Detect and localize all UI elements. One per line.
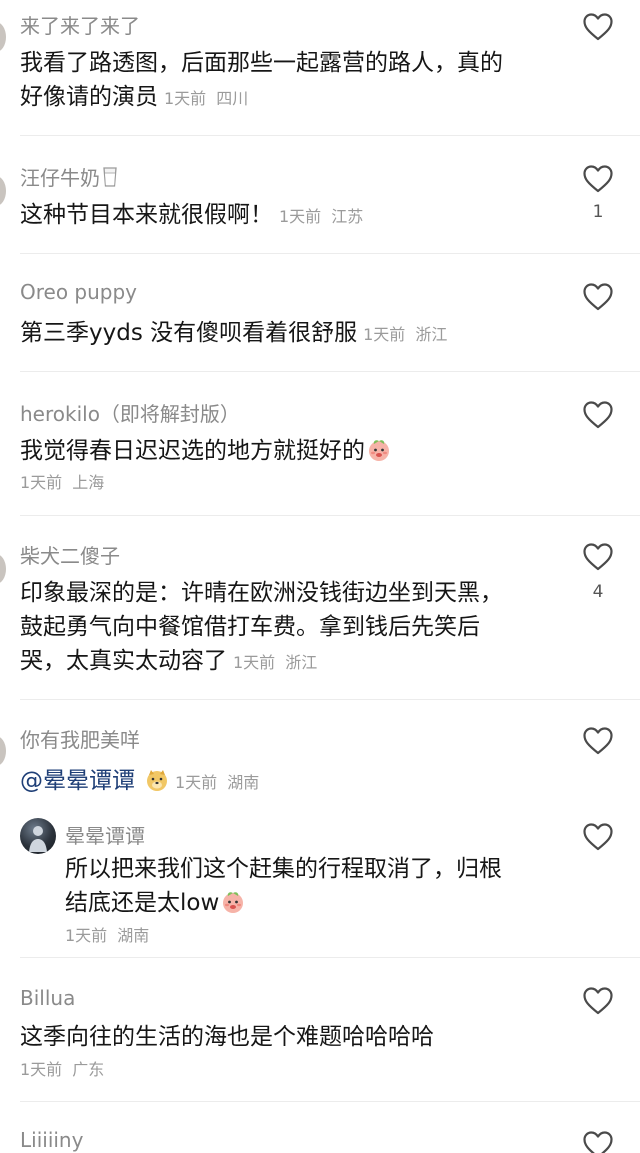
- comment-text: 印象最深的是：许晴在欧洲没钱街边坐到天黑， 鼓起勇气向中餐馆借打车费。拿到钱后先…: [20, 580, 503, 674]
- like-button[interactable]: [582, 400, 614, 430]
- comment-item[interactable]: 汪仔牛奶 这种节目本来就很假啊！ 1天前 江苏 1: [0, 136, 640, 254]
- comment-item[interactable]: herokilo（即将解封版） 我觉得春日迟迟选的地方就挺好的 1天前 上海: [0, 372, 640, 516]
- comment-meta: 1天前 湖南: [175, 773, 260, 792]
- comment-text: 我看了路透图，后面那些一起露营的路人，真的 好像请的演员 1天前 四川: [20, 50, 503, 110]
- comment-item[interactable]: 你有我肥美咩 @晕晕谭谭 1天前 湖南 晕晕谭谭 所以把来我们这个赶集的行程取消了，…: [0, 700, 640, 958]
- like-count: 1: [592, 202, 604, 222]
- comment-text: @晕晕谭谭 1天前 湖南: [20, 764, 565, 800]
- comment-username[interactable]: Liiiiiny: [20, 1128, 83, 1152]
- reply-meta: 1天前 湖南: [65, 926, 150, 945]
- comment-text: 第三季yyds 没有傻呗看着很舒服 1天前 浙江: [20, 320, 448, 346]
- avatar[interactable]: [0, 22, 6, 52]
- like-button[interactable]: [582, 542, 614, 572]
- comment-item[interactable]: Billua 这季向往的生活的海也是个难题哈哈哈哈 1天前 广东: [0, 958, 640, 1102]
- comment-item[interactable]: 来了来了来了 我看了路透图，后面那些一起露营的路人，真的 好像请的演员 1天前 四川: [0, 0, 640, 136]
- comment-item[interactable]: Liiiiiny: [0, 1102, 640, 1153]
- heart-outline-icon: [583, 987, 613, 1015]
- heart-outline-icon: [583, 543, 613, 571]
- milk-glass-icon: [102, 166, 118, 188]
- avatar[interactable]: [0, 554, 6, 584]
- comment-text: 这季向往的生活的海也是个难题哈哈哈哈: [20, 1024, 434, 1050]
- reply-like-button[interactable]: [582, 822, 614, 852]
- comment-username[interactable]: herokilo（即将解封版）: [20, 398, 240, 427]
- like-count: 4: [592, 582, 604, 602]
- avatar-figure-icon: [29, 826, 47, 852]
- comment-username[interactable]: 你有我肥美咩: [20, 724, 140, 753]
- doge-emoji-icon: [145, 768, 169, 792]
- mention-link[interactable]: @晕晕谭谭: [20, 768, 135, 794]
- reply-username[interactable]: 晕晕谭谭: [65, 820, 145, 849]
- comment-item[interactable]: 柴犬二傻子 印象最深的是：许晴在欧洲没钱街边坐到天黑， 鼓起勇气向中餐馆借打车费…: [0, 516, 640, 700]
- heart-outline-icon: [583, 727, 613, 755]
- comment-username[interactable]: Billua: [20, 986, 75, 1010]
- comment-text: 这种节目本来就很假啊！ 1天前 江苏: [20, 202, 364, 228]
- avatar[interactable]: [0, 736, 6, 766]
- comment-username[interactable]: 柴犬二傻子: [20, 540, 120, 569]
- like-button[interactable]: [582, 986, 614, 1016]
- heart-outline-icon: [583, 283, 613, 311]
- reply-avatar[interactable]: [20, 818, 56, 854]
- avatar[interactable]: [0, 176, 6, 206]
- heart-outline-icon: [583, 1131, 613, 1153]
- comment-meta: 1天前 四川: [164, 89, 249, 108]
- heart-outline-icon: [583, 13, 613, 41]
- comment-meta: 1天前 浙江: [233, 653, 318, 672]
- comment-username[interactable]: Oreo puppy: [20, 280, 137, 304]
- reply-text: 所以把来我们这个赶集的行程取消了，归根 结底还是太low: [65, 856, 502, 916]
- like-button[interactable]: [582, 282, 614, 312]
- comment-meta: 1天前 浙江: [363, 325, 448, 344]
- comment-username[interactable]: 来了来了来了: [20, 10, 140, 39]
- like-button[interactable]: [582, 726, 614, 756]
- comment-item[interactable]: Oreo puppy 第三季yyds 没有傻呗看着很舒服 1天前 浙江: [0, 254, 640, 372]
- comment-meta: 1天前 江苏: [279, 207, 364, 226]
- heart-outline-icon: [583, 165, 613, 193]
- comment-text: 我觉得春日迟迟选的地方就挺好的: [20, 434, 565, 468]
- comment-meta: 1天前 上海: [20, 473, 105, 492]
- comment-username[interactable]: 汪仔牛奶: [20, 162, 118, 191]
- like-button[interactable]: [582, 164, 614, 194]
- heart-outline-icon: [583, 401, 613, 429]
- heart-outline-icon: [583, 823, 613, 851]
- comment-meta: 1天前 广东: [20, 1060, 105, 1079]
- peach-emoji-icon: [221, 890, 245, 914]
- peach-emoji-icon: [367, 438, 391, 462]
- like-button[interactable]: [582, 1130, 614, 1153]
- like-button[interactable]: [582, 12, 614, 42]
